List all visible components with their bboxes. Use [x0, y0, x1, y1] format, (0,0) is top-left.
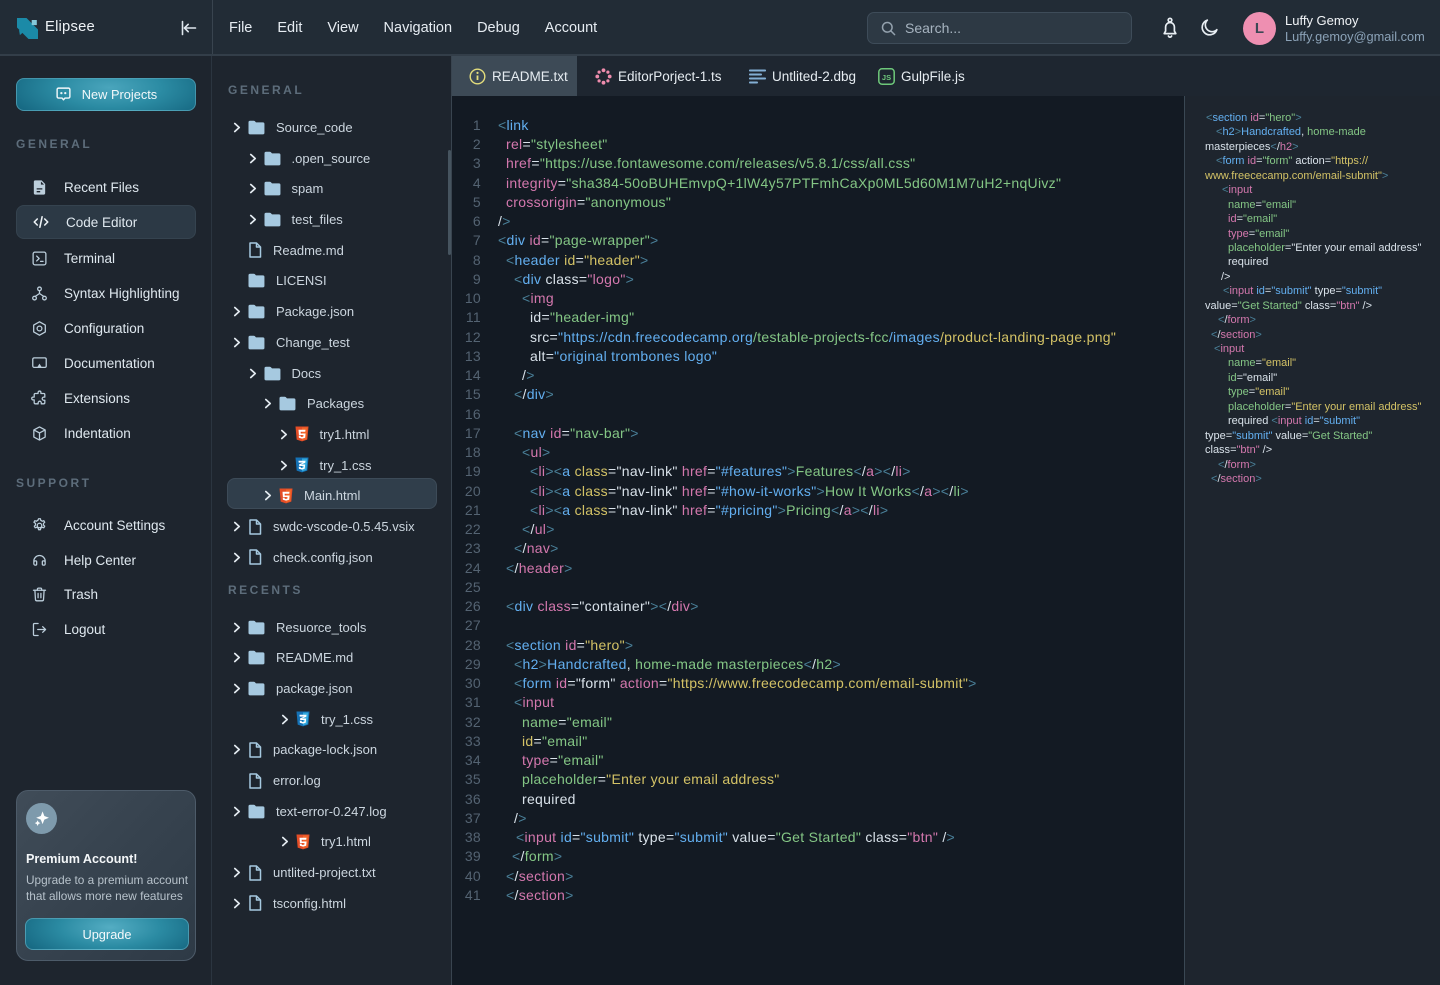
svg-text:JS: JS	[882, 72, 891, 81]
